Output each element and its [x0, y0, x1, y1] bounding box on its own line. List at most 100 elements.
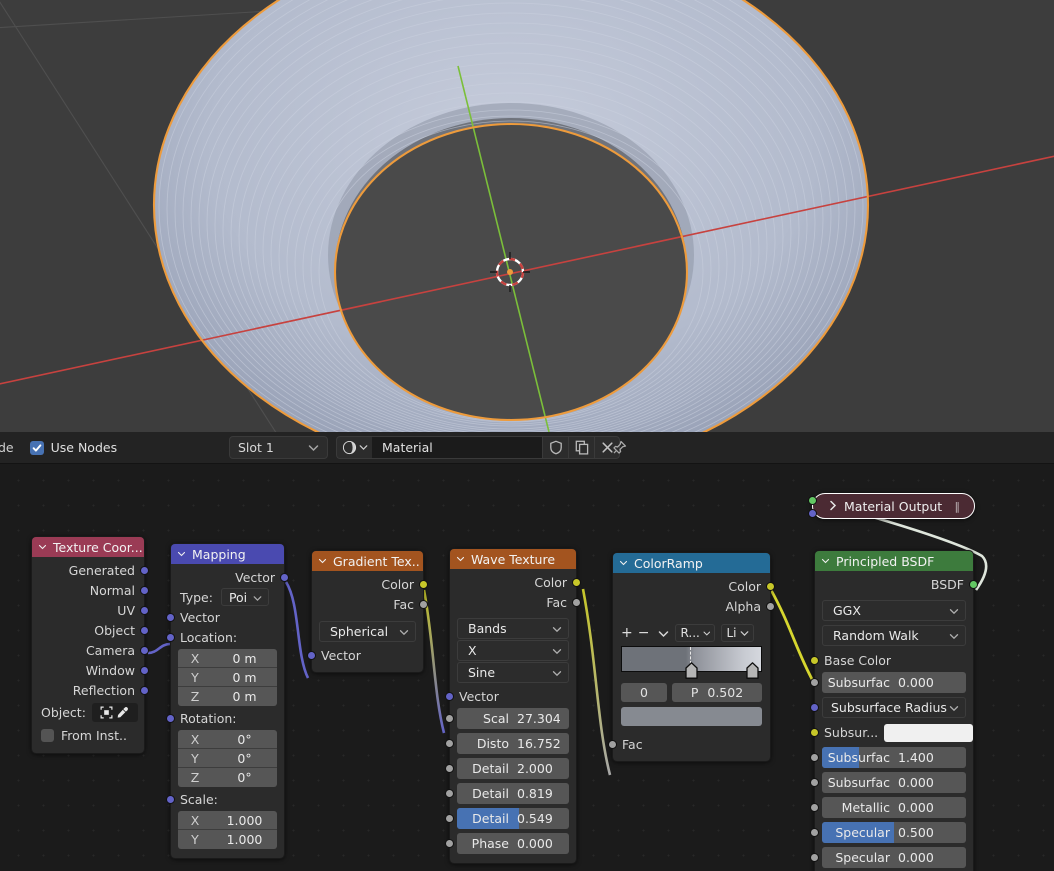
param-subsurface[interactable]: Subsurfac 0.000	[822, 672, 966, 693]
colorramp-menu-icon[interactable]	[658, 626, 669, 641]
socket-specular[interactable]	[810, 828, 819, 837]
param-scale-row[interactable]: Scal 27.304	[445, 706, 576, 731]
socket-vector-in[interactable]	[445, 691, 454, 701]
socket-surface[interactable]	[808, 495, 817, 505]
node-color-ramp[interactable]: ColorRamp Color Alpha + − R... Li 0 P 0.…	[608, 552, 775, 762]
output-fac[interactable]: Fac	[312, 594, 428, 614]
param-phase-row[interactable]: Phase 0.000	[445, 831, 576, 856]
stop-index-field[interactable]: 0	[621, 683, 667, 702]
object-picker-row[interactable]: Object:	[32, 700, 144, 724]
param-metallic-row[interactable]: Metallic 0.000	[810, 795, 973, 820]
socket-subsurface-radius[interactable]	[810, 703, 819, 712]
input-vector[interactable]: Vector	[166, 607, 284, 627]
socket-subsurface-color[interactable]	[810, 728, 819, 737]
node-gradient-texture[interactable]: Gradient Tex.. Color Fac Spherical Vecto…	[307, 550, 428, 673]
output-generated[interactable]: Generated	[32, 560, 149, 580]
param-detail[interactable]: Detail 2.000	[457, 758, 569, 779]
location-fields[interactable]: X0 m Y0 m Z0 m	[178, 649, 277, 706]
param-specular[interactable]: Specular 0.500	[822, 822, 966, 843]
param-detail-row[interactable]: Detail 2.000	[445, 756, 576, 781]
slot-dropdown[interactable]: Slot 1	[229, 436, 328, 459]
scale-y[interactable]: Y 1.000	[178, 830, 277, 849]
socket-base-color[interactable]	[810, 655, 819, 665]
output-color[interactable]: Color	[613, 576, 775, 596]
socket-distortion[interactable]	[445, 739, 454, 748]
socket-vector-in[interactable]	[166, 612, 175, 622]
socket-window[interactable]	[140, 665, 149, 675]
socket-fac[interactable]	[608, 739, 617, 749]
param-specular-row[interactable]: Specular 0.500	[810, 820, 973, 845]
output-alpha[interactable]: Alpha	[613, 596, 775, 616]
param-phase[interactable]: Phase 0.000	[457, 833, 569, 854]
node-mapping[interactable]: Mapping Vector Type: Poi Vector Location…	[166, 543, 289, 859]
param-detail-roughness-row[interactable]: Detail 0.549	[445, 806, 576, 831]
node-header[interactable]: Principled BSDF	[815, 551, 973, 571]
use-nodes-toggle[interactable]: Use Nodes	[29, 440, 117, 455]
checkbox-icon[interactable]	[41, 728, 54, 742]
checkbox-icon[interactable]	[29, 440, 44, 455]
socket-fac[interactable]	[572, 597, 581, 607]
param-subsurface-ior[interactable]: Subsurfac 1.400	[822, 747, 966, 768]
output-reflection[interactable]: Reflection	[32, 680, 149, 700]
socket-location[interactable]	[166, 632, 175, 642]
stop-color-swatch[interactable]	[621, 707, 762, 726]
node-header[interactable]: Gradient Tex..	[312, 551, 423, 571]
socket-object[interactable]	[140, 625, 149, 635]
stop-position-field[interactable]: P 0.502	[672, 683, 762, 702]
node-material-output[interactable]: Material Output ‖	[808, 493, 975, 519]
bands-direction-dropdown[interactable]: X	[457, 640, 569, 661]
output-uv[interactable]: UV	[32, 600, 149, 620]
param-subsurface-anisotropy[interactable]: Subsurfac 0.000	[822, 772, 966, 793]
subsurface-radius-row[interactable]: Subsurface Radius	[810, 695, 973, 720]
socket-phase[interactable]	[445, 839, 454, 848]
param-specular-tint-row[interactable]: Specular 0.000	[810, 845, 973, 870]
param-subsurface-anisotropy-row[interactable]: Subsurfac 0.000	[810, 770, 973, 795]
rotation-fields[interactable]: X 0° Y 0° Z 0°	[178, 730, 277, 787]
node-header[interactable]: Mapping	[171, 544, 284, 564]
socket-detail[interactable]	[445, 764, 454, 773]
subsurface-method-dropdown[interactable]: Random Walk	[822, 625, 966, 646]
input-base-color[interactable]: Base Color	[810, 650, 973, 670]
colormode-dropdown[interactable]: Li	[721, 624, 755, 642]
gradient-type-dropdown[interactable]: Spherical	[319, 621, 416, 642]
distribution-dropdown[interactable]: GGX	[822, 600, 966, 621]
param-detail-scale[interactable]: Detail 0.819	[457, 783, 569, 804]
subsurface-color-row[interactable]: Subsur...	[810, 720, 973, 745]
output-object[interactable]: Object	[32, 620, 149, 640]
colorramp-stop-1[interactable]	[746, 662, 759, 679]
node-header[interactable]: Wave Texture	[450, 549, 576, 569]
add-stop-button[interactable]: +	[621, 625, 636, 641]
node-canvas[interactable]: Material Output ‖ Texture Coor... Genera…	[0, 464, 1054, 871]
material-name-field[interactable]: Material	[372, 436, 542, 459]
socket-color[interactable]	[572, 577, 581, 587]
socket-specular-tint[interactable]	[810, 853, 819, 862]
colorramp-stop-0[interactable]	[684, 662, 698, 679]
param-detail-scale-row[interactable]: Detail 0.819	[445, 781, 576, 806]
param-subsurface-ior-row[interactable]: Subsurfac 1.400	[810, 745, 973, 770]
copy-icon[interactable]	[568, 436, 594, 459]
socket-color[interactable]	[419, 579, 428, 589]
param-detail-roughness[interactable]: Detail 0.549	[457, 808, 569, 829]
socket-generated[interactable]	[140, 565, 149, 575]
wave-type-dropdown[interactable]: Bands	[457, 618, 569, 639]
socket-uv[interactable]	[140, 605, 149, 615]
param-scale[interactable]: Scal 27.304	[457, 708, 569, 729]
input-location[interactable]: Location:	[166, 627, 284, 647]
input-fac[interactable]: Fac	[608, 734, 770, 754]
node-menu-glyph[interactable]: ‖	[955, 500, 961, 513]
object-picker-button[interactable]	[91, 702, 138, 722]
socket-normal[interactable]	[140, 585, 149, 595]
socket-color[interactable]	[766, 581, 775, 591]
output-color[interactable]: Color	[312, 574, 428, 594]
rotation-z[interactable]: Z 0°	[178, 768, 277, 787]
rotation-y[interactable]: Y 0°	[178, 749, 277, 768]
input-vector[interactable]: Vector	[307, 645, 423, 665]
colorramp-gradient-bar[interactable]	[621, 646, 762, 679]
socket-metallic[interactable]	[810, 803, 819, 812]
pin-icon[interactable]	[606, 437, 630, 459]
chevron-right-icon[interactable]	[829, 499, 837, 514]
socket-scale[interactable]	[166, 794, 175, 804]
param-metallic[interactable]: Metallic 0.000	[822, 797, 966, 818]
socket-subsurface-anisotropy[interactable]	[810, 778, 819, 787]
type-row[interactable]: Type: Poi	[171, 587, 284, 607]
